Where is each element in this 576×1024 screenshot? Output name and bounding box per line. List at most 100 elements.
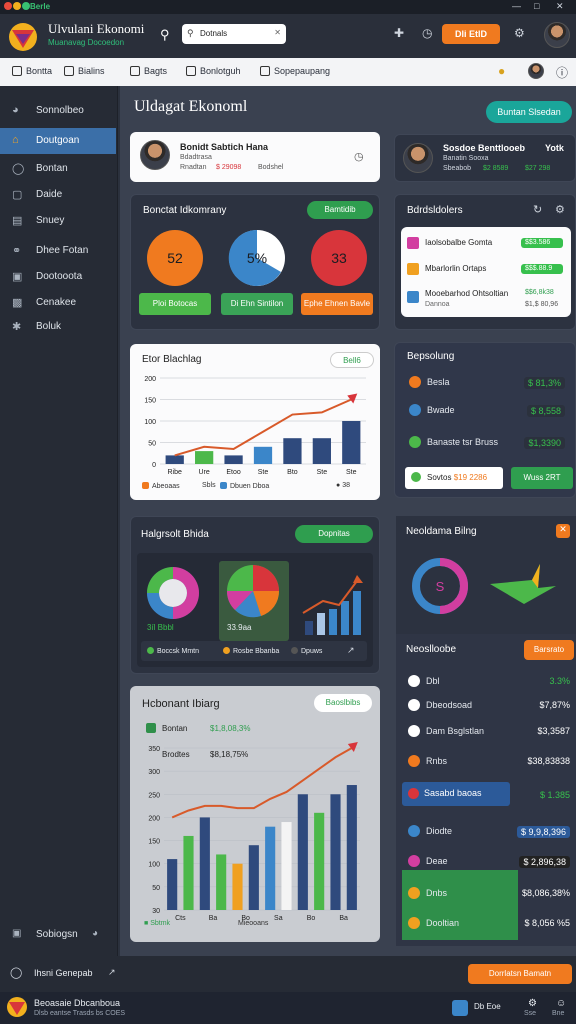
clear-search-icon[interactable]: ✕ [274, 28, 281, 37]
side-list-row-2[interactable]: Bwade $ 8,558 [401, 401, 571, 423]
y-tick-label: 350 [148, 746, 160, 753]
notification-icon[interactable]: ● [498, 64, 505, 78]
profile-card-1[interactable]: Bonidt Sabtich Hana Bdadtrasa Rnadtan $ … [130, 132, 380, 182]
minimize-icon[interactable]: — [512, 1, 521, 11]
search-icon[interactable]: ⚲ [160, 27, 170, 43]
side-list-row-3[interactable]: Banaste tsr Bruss $1,3390 [401, 433, 571, 455]
bottom-gear-label: Sse [524, 1010, 537, 1017]
toolbar-item-5[interactable]: Sopepaupang [260, 66, 330, 76]
bottom-user-icon[interactable]: ☺ [556, 998, 566, 1009]
top-action-button[interactable]: Buntan Slsedan [486, 101, 572, 123]
insights-pill-button[interactable]: Dopnitas [295, 525, 373, 543]
toolbar-item-3[interactable]: Bagts [130, 66, 167, 76]
maximize-icon[interactable]: □ [534, 1, 539, 11]
toolbar-item-4[interactable]: Bonlotguh [186, 66, 241, 76]
insights-legend-bar: Boccsk Mmtn Rosbe Bbanba Dpuws ↗ [141, 641, 367, 661]
insights-bar [317, 613, 325, 635]
sidebar-item-sonnolbeo[interactable]: ◕ Sonnolbeo [0, 98, 116, 124]
stats-row-4[interactable]: Rnbs $38,83838 [400, 752, 576, 774]
toolbar-item-2[interactable]: Bialins [64, 66, 105, 76]
collapse-icon[interactable]: ◕ [92, 928, 98, 939]
side-list-white-button[interactable]: Sovtos $19 2286 [405, 467, 503, 489]
right-list-card: Bdrdsldolers ↻ ⚙ Iaolsobalbe Gomta $$3.5… [394, 194, 576, 330]
stats-row-6[interactable]: Diodte $ 9,9,8,396 [400, 822, 576, 844]
status-link-icon[interactable]: ↗ [108, 967, 116, 978]
sidebar-item-doutgoan[interactable]: ⌂ Doutgoan [0, 128, 116, 154]
sidebar-footer-item[interactable]: ▣ Sobiogsn ◕ [0, 922, 116, 948]
insights-bar [329, 609, 337, 635]
clock-icon[interactable]: ◷ [422, 26, 432, 40]
maximize-dot-icon[interactable] [22, 2, 30, 10]
bar-chart-2-legend-a-value: $1,8,08,3% [210, 724, 251, 733]
bar-chart-2-svg: 3050100150200250300350Cts Ba Bo Sa Bo Ba [148, 742, 360, 922]
gauges-pill-button[interactable]: Bamtidib [307, 201, 373, 219]
tool-icon [260, 66, 270, 76]
bottom-action-button[interactable]: Dorrlatsn Bamatn [468, 964, 572, 984]
x-tick-label: Ste [258, 469, 269, 476]
stats-highlight-value: $ 1.385 [539, 790, 570, 800]
settings-small-icon[interactable]: ⚙ [555, 203, 565, 216]
info-icon[interactable]: ⓘ [556, 64, 568, 81]
gauge-2-button[interactable]: Di Ehn Sintilon [221, 293, 293, 315]
gauge-3-button[interactable]: Ephe Ehnen Bavle [301, 293, 373, 315]
bottom-gear-icon[interactable]: ⚙ [528, 998, 537, 1009]
app-subtitle: Muanavag Docoedon [48, 38, 125, 47]
profile-card-2[interactable]: Sosdoe Benttlooeb Yotk Banatin Sooxa Sbe… [394, 134, 576, 182]
close-dot-icon[interactable] [4, 2, 12, 10]
stats-row-2[interactable]: Dbeodsoad $7,87% [400, 696, 576, 718]
bar-chart-1-badge[interactable]: Bell6 [330, 352, 374, 368]
user-avatar[interactable] [544, 22, 570, 48]
status-label: Ihsni Genepab [34, 968, 93, 978]
toolbar: Bontta Bialins Bagts Bonlotguh Sopepaupa… [0, 58, 576, 86]
status-icon[interactable]: ◯ [10, 966, 22, 979]
sidebar-item-dootooota[interactable]: ▣ Dootooota [0, 264, 116, 290]
sidebar-item-dhee-fotan[interactable]: ⚭ Dhee Fotan [0, 238, 116, 264]
list-row-3-sub: Dannoa [425, 301, 450, 308]
tool-icon [12, 66, 22, 76]
refresh-icon[interactable]: ↻ [533, 203, 542, 216]
stats-highlight-row[interactable]: Sasabd baoas [402, 782, 510, 806]
bottom-app-icon[interactable] [452, 1000, 468, 1016]
sidebar-item-daide[interactable]: ▢ Daide [0, 182, 116, 208]
bar [253, 446, 273, 464]
side-list-row-3-icon [409, 436, 421, 448]
profile-1-line1: Bdadtrasa [180, 154, 212, 161]
search-input[interactable]: ⚲ Dotnals ✕ [182, 24, 286, 44]
x-tick-label: Bo [307, 915, 316, 922]
gauge-1-button[interactable]: Ploi Botocas [139, 293, 211, 315]
bar [265, 826, 276, 910]
settings-icon[interactable]: ⚙ [514, 26, 525, 40]
shield-icon: ◯ [12, 163, 25, 175]
sidebar-item-snuey[interactable]: ▤ Snuey [0, 208, 116, 234]
sidebar-item-boluk[interactable]: ✱ Boluk [0, 314, 116, 340]
stats-row-8[interactable]: Dnbs $8,086,38% [400, 884, 576, 906]
minimize-dot-icon[interactable] [13, 2, 21, 10]
profile-1-name: Bonidt Sabtich Hana [180, 142, 269, 152]
toolbar-item-1[interactable]: Bontta [12, 66, 52, 76]
stats-row-9[interactable]: Dooltian $ 8,056 %5 [400, 914, 576, 936]
window-title: Berle [30, 2, 51, 11]
side-list-green-button[interactable]: Wuss 2RT [511, 467, 573, 489]
toolbar-avatar[interactable] [528, 63, 544, 79]
sidebar-item-bontan[interactable]: ◯ Bontan [0, 156, 116, 182]
bar-chart-2-pill[interactable]: Baoslbibs [314, 694, 372, 712]
stats-row-3[interactable]: Dam Bsglstlan $3,3587 [400, 722, 576, 744]
sidebar-item-cenakee[interactable]: ▩ Cenakee [0, 290, 116, 316]
list-row-1-label: Iaolsobalbe Gomta [425, 238, 493, 247]
header-action-button[interactable]: Dli EtlD [442, 24, 500, 44]
list-row-3-value: $$6,8k38 [525, 289, 554, 296]
x-tick-label: Etoo [226, 469, 241, 476]
side-list-row-1[interactable]: Besla $ 81,3% [401, 373, 571, 395]
y-tick-label: 200 [144, 376, 156, 383]
window-titlebar: Berle — □ ✕ [0, 0, 576, 14]
profile-1-menu-icon[interactable]: ◷ [354, 150, 364, 163]
ring-panel-close-icon[interactable]: ✕ [556, 524, 570, 538]
bar [346, 785, 357, 910]
stats-row-1[interactable]: Dbl 3.3% [400, 672, 576, 694]
insights-expand-icon[interactable]: ↗ [347, 645, 355, 656]
profile-2-avatar [403, 143, 433, 173]
close-icon[interactable]: ✕ [556, 1, 564, 12]
tools-icon[interactable]: ✚ [394, 26, 404, 40]
y-tick-label: 50 [148, 441, 156, 448]
stats-pill-button[interactable]: Barsrato [524, 640, 574, 660]
